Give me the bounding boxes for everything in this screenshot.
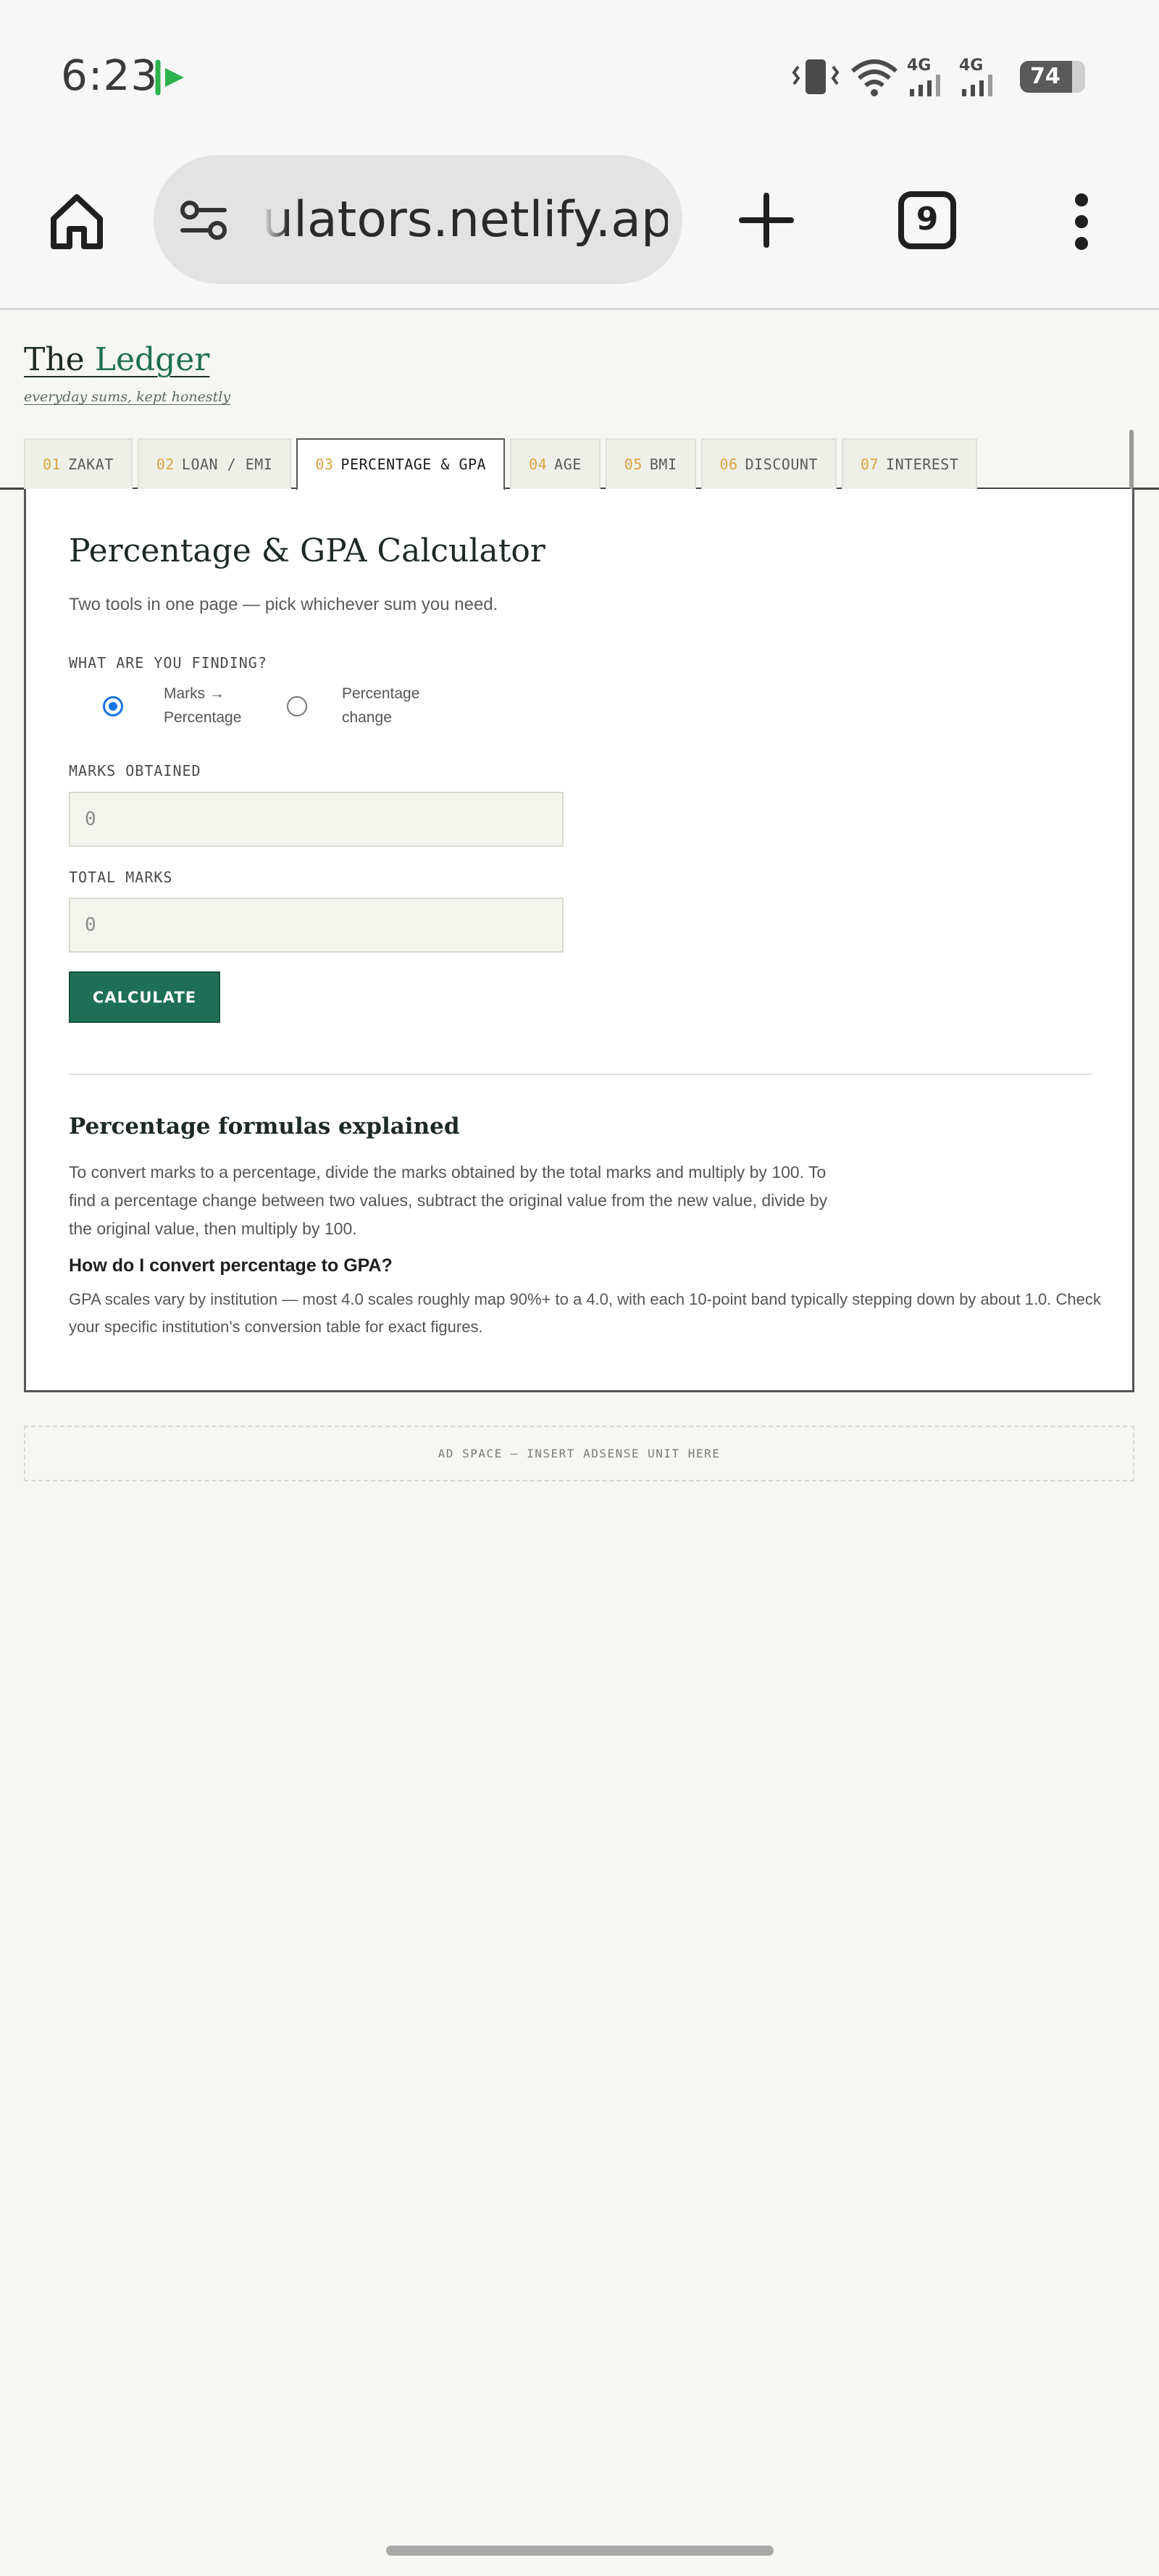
status-bar: 6:23 4G 4G 74: [0, 0, 1159, 152]
tab-number: 07: [860, 456, 879, 473]
calculator-card: Percentage & GPA Calculator Two tools in…: [24, 489, 1134, 1392]
brand-accent: Ledger: [94, 341, 210, 378]
gesture-home-indicator[interactable]: [386, 2546, 774, 2556]
faq-answer: GPA scales vary by institution — most 4.…: [69, 1290, 1101, 1336]
tab-number: 04: [529, 456, 548, 473]
mode-label: WHAT ARE YOU FINDING?: [69, 654, 267, 672]
tab-number: 03: [315, 456, 334, 473]
faq-question: How do I convert percentage to GPA?: [69, 1255, 393, 1276]
new-tab-plus-icon[interactable]: [739, 193, 794, 248]
signal-4g-icon-2: 4G: [959, 57, 1000, 100]
page-subtitle: Two tools in one page — pick whichever s…: [69, 595, 498, 614]
tabs-scrollbar[interactable]: [1129, 430, 1134, 489]
tab-number: 02: [156, 456, 175, 473]
signal-4g-icon-1: 4G: [907, 57, 947, 100]
mode-option-line: change: [342, 709, 392, 726]
site-logo[interactable]: The Ledger: [24, 341, 209, 378]
battery-level: 74: [1030, 64, 1060, 89]
ad-placeholder: AD SPACE — INSERT ADSENSE UNIT HERE: [24, 1426, 1134, 1481]
tab-percentage-gpa[interactable]: 03 PERCENTAGE & GPA: [296, 438, 506, 490]
status-icons: 4G 4G 74: [790, 57, 1101, 97]
calculate-button[interactable]: CALCULATE: [69, 971, 220, 1023]
tab-bmi[interactable]: 05 BMI: [605, 438, 696, 489]
address-bar[interactable]: ulators.netlify.app: [154, 155, 682, 284]
total-marks-label: TOTAL MARKS: [69, 869, 173, 886]
section-divider: [69, 1074, 1093, 1075]
battery-icon: 74: [1020, 61, 1085, 93]
url-fade: [262, 191, 288, 249]
mode-radio-percentage-change[interactable]: [287, 696, 307, 716]
explainer-title: Percentage formulas explained: [69, 1113, 460, 1139]
tab-label: DISCOUNT: [745, 456, 818, 473]
brand-prefix: The: [24, 341, 95, 378]
calculator-tabs: 01 ZAKAT 02 LOAN / EMI 03 PERCENTAGE & GPA 04 A…: [24, 438, 978, 490]
url-text[interactable]: ulators.netlify.app: [262, 191, 668, 249]
web-page: The Ledger everyday sums, kept honestly …: [0, 312, 1159, 2576]
site-tagline: everyday sums, kept honestly: [24, 389, 231, 405]
signal-bars-icon: [910, 75, 940, 96]
mode-option-percentage-change[interactable]: Percentage change: [342, 682, 436, 729]
tab-discount[interactable]: 06 DISCOUNT: [700, 438, 837, 489]
tab-label: PERCENTAGE & GPA: [340, 456, 487, 473]
tab-label: INTEREST: [886, 456, 959, 473]
tab-number: 06: [719, 456, 738, 473]
tab-zakat[interactable]: 01 ZAKAT: [24, 438, 133, 489]
status-time: 6:23: [61, 51, 159, 100]
mode-option-line: Percentage: [342, 685, 420, 702]
marks-obtained-label: MARKS OBTAINED: [69, 762, 201, 779]
mode-option-marks-to-percentage[interactable]: Marks → Percentage: [164, 682, 258, 729]
tab-loan-emi[interactable]: 02 LOAN / EMI: [137, 438, 292, 489]
mode-option-line: Marks →: [164, 685, 225, 702]
tab-interest[interactable]: 07 INTEREST: [841, 438, 978, 489]
total-marks-input[interactable]: 0: [69, 898, 564, 953]
tab-age[interactable]: 04 AGE: [510, 438, 601, 489]
more-options-icon[interactable]: [1071, 193, 1092, 251]
home-icon[interactable]: [48, 190, 106, 251]
browser-toolbar: ulators.netlify.app 9: [0, 152, 1159, 310]
signal-bars-icon: [962, 75, 992, 96]
wifi-icon: [851, 59, 898, 96]
mode-radio-marks-to-percentage[interactable]: [103, 696, 123, 716]
tab-number: 01: [43, 456, 62, 473]
marks-obtained-input[interactable]: 0: [69, 792, 564, 847]
vibrate-icon: [792, 59, 840, 94]
page-title: Percentage & GPA Calculator: [69, 532, 545, 569]
play-store-notification-icon: [155, 59, 184, 96]
tab-switcher-button[interactable]: 9: [898, 191, 956, 249]
tab-label: AGE: [554, 456, 582, 473]
tab-label: ZAKAT: [68, 456, 114, 473]
tab-number: 05: [624, 456, 643, 473]
tab-label: LOAN / EMI: [181, 456, 273, 473]
tab-label: BMI: [649, 456, 677, 473]
network-label-1: 4G: [907, 57, 932, 75]
site-settings-icon[interactable]: [178, 198, 229, 242]
explainer-body: To convert marks to a percentage, divide…: [69, 1163, 828, 1238]
mode-option-line: Percentage: [164, 709, 242, 726]
network-label-2: 4G: [959, 57, 984, 75]
